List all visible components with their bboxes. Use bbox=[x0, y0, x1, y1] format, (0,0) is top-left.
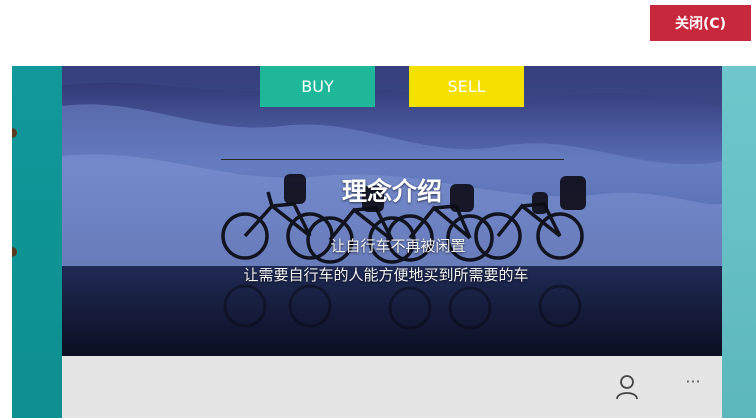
tab-buy[interactable]: BUY bbox=[260, 66, 375, 107]
hero-subtitle-line-2: 让需要自行车的人能方便地买到所需要的车 bbox=[243, 266, 529, 284]
hero-background-image bbox=[62, 66, 722, 356]
left-window-strip bbox=[12, 66, 62, 418]
close-button[interactable]: 关闭(C) bbox=[650, 5, 751, 41]
title-divider bbox=[221, 159, 564, 160]
hero-title: 理念介绍 bbox=[341, 177, 442, 206]
ellipsis-icon[interactable]: ··· bbox=[678, 372, 708, 396]
app-window: BUY SELL 理念介绍 让自行车不再被闲置 让需要自行车的人能方便地买到所需… bbox=[62, 66, 722, 418]
right-window-strip bbox=[722, 66, 756, 418]
app-stage: BUY SELL 理念介绍 让自行车不再被闲置 让需要自行车的人能方便地买到所需… bbox=[0, 66, 756, 418]
bottom-app-bar: ··· bbox=[62, 356, 722, 418]
tab-sell[interactable]: SELL bbox=[409, 66, 524, 107]
hero-subtitle-line-1: 让自行车不再被闲置 bbox=[330, 237, 466, 255]
person-icon[interactable] bbox=[615, 374, 639, 400]
